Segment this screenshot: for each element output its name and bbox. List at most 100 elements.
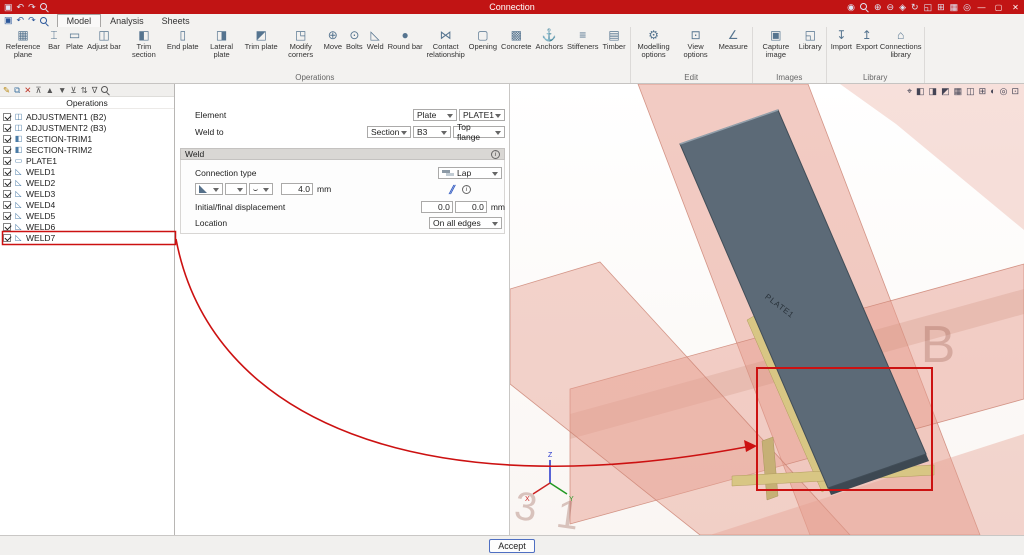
maximize-button[interactable]: ▢ [990,0,1007,14]
modelling-options-button[interactable]: ⚙Modelling options [633,28,675,60]
grid-icon[interactable]: ⊞ [937,2,945,13]
account-icon[interactable]: ◉ [847,2,855,13]
checkbox-plate1[interactable] [3,157,11,165]
close-button[interactable]: ✕ [1007,0,1024,14]
element-type-dropdown[interactable]: Plate [413,109,457,121]
connection-type-dropdown[interactable]: Lap [438,167,502,179]
weld-type-symbol-dropdown[interactable] [195,183,223,195]
tree-item-weld1[interactable]: ◺WELD1 [0,166,174,177]
timber-button[interactable]: ▤Timber [601,28,628,51]
weld-to-member-dropdown[interactable]: B3 [413,126,451,138]
contact-relationship-button[interactable]: ⋈Contact relationship [425,28,467,60]
checkbox-weld3[interactable] [3,190,11,198]
screenshot-icon[interactable]: ⊡ [1011,86,1019,97]
accept-button[interactable]: Accept [489,539,535,553]
view-options-button[interactable]: ⊡View options [675,28,717,60]
zoom-out-icon[interactable]: ⊖ [887,2,895,13]
mesh-icon[interactable]: ▦ [954,86,963,97]
checkbox-weld4[interactable] [3,201,11,209]
anchors-button[interactable]: ⚓Anchors [533,28,565,51]
move-down-icon[interactable]: ▼ [58,85,66,96]
checkbox-section-trim1[interactable] [3,135,11,143]
tree-item-weld6[interactable]: ◺WELD6 [0,221,174,232]
tree-item-weld3[interactable]: ◺WELD3 [0,188,174,199]
redo-icon[interactable]: ↷ [28,2,36,13]
tab-analysis[interactable]: Analysis [101,14,153,27]
3d-viewport[interactable]: ⌖◧◨◩▦◫⊞◐◎⊡ B B 3 1 PLATE1 Z X Y [510,84,1024,535]
filter-icon[interactable]: ∇ [92,85,98,96]
checkbox-adjustment2-b3[interactable] [3,124,11,132]
tree-item-weld5[interactable]: ◺WELD5 [0,210,174,221]
modify-corners-button[interactable]: ◳Modify corners [280,28,322,60]
copy-operation-icon[interactable]: ⧉ [14,85,20,96]
checkbox-weld2[interactable] [3,179,11,187]
trim-section-button[interactable]: ◧Trim section [123,28,165,60]
export-button[interactable]: ↥Export [854,28,880,51]
weld-info-icon[interactable]: i [462,185,471,194]
shading-icon[interactable]: ◐ [990,86,995,97]
opening-button[interactable]: ▢Opening [467,28,499,51]
lateral-plate-button[interactable]: ◨Lateral plate [201,28,243,60]
capture-image-button[interactable]: ▣Capture image [755,28,797,60]
weld-button[interactable]: ◺Weld [365,28,386,51]
viewport-scene[interactable]: B B 3 1 PLATE1 Z X Y [510,84,1024,535]
checkbox-section-trim2[interactable] [3,146,11,154]
move-button[interactable]: ⊕Move [322,28,344,51]
rotate-view-icon[interactable]: ↻ [911,2,919,13]
throat-thickness-input[interactable] [281,183,313,195]
tab-sheets[interactable]: Sheets [153,14,199,27]
bolts-button[interactable]: ⊙Bolts [344,28,365,51]
edit-operation-icon[interactable]: ✎ [3,85,10,96]
render-icon[interactable]: ▦ [950,2,959,13]
weld-detail-dropdown[interactable] [225,183,247,195]
plate-button[interactable]: ▭Plate [64,28,85,51]
delete-operation-icon[interactable]: ✕ [24,85,31,96]
checkbox-weld5[interactable] [3,212,11,220]
zoom-in-icon[interactable]: ⊕ [874,2,882,13]
tree-item-weld4[interactable]: ◺WELD4 [0,199,174,210]
undo-icon[interactable]: ↶ [17,15,25,26]
fit-view-icon[interactable]: ◱ [924,2,933,13]
checkbox-weld1[interactable] [3,168,11,176]
weld-contour-dropdown[interactable] [249,183,273,195]
import-button[interactable]: ↧Import [829,28,854,51]
adjust-bar-button[interactable]: ◫Adjust bar [85,28,123,51]
view-corner-icon[interactable]: ◩ [941,86,950,97]
titlebar[interactable]: ▣↶↷ Connection ◉⊕⊖◈↻◱⊞▦◎ — ▢ ✕ [0,0,1024,14]
tree-item-adjustment1-b2[interactable]: ◫ADJUSTMENT1 (B2) [0,111,174,122]
target-icon[interactable]: ◎ [963,2,971,13]
reorder-icon[interactable]: ⇅ [81,85,88,96]
end-plate-button[interactable]: ▯End plate [165,28,201,51]
coordinate-system-icon[interactable]: ⌖ [907,86,912,97]
checkbox-weld7[interactable] [3,234,11,242]
tree-item-weld2[interactable]: ◺WELD2 [0,177,174,188]
library-button[interactable]: ◱Library [797,28,824,51]
save-icon[interactable]: ▣ [4,15,13,26]
section-view-icon[interactable]: ◫ [966,86,975,97]
grid-view-icon[interactable]: ⊞ [979,86,987,97]
bar-button[interactable]: ⌶Bar [44,28,64,51]
location-dropdown[interactable]: On all edges [429,217,502,229]
initial-displacement-input[interactable] [421,201,453,213]
final-displacement-input[interactable] [455,201,487,213]
tree-item-weld7[interactable]: ◺WELD7 [0,232,174,243]
move-top-icon[interactable]: ⊼ [35,85,41,96]
weld-to-part-dropdown[interactable]: Top flange [453,126,505,138]
stiffeners-button[interactable]: ≡Stiffeners [565,28,601,51]
weld-to-type-dropdown[interactable]: Section [367,126,411,138]
connections-library-button[interactable]: ⌂Connections library [880,28,922,60]
round-bar-button[interactable]: ●Round bar [386,28,425,51]
checkbox-adjustment1-b2[interactable] [3,113,11,121]
save-icon[interactable]: ▣ [4,2,13,13]
tab-model[interactable]: Model [57,14,102,27]
checkbox-weld6[interactable] [3,223,11,231]
transparency-icon[interactable]: ◎ [1000,86,1008,97]
redo-icon[interactable]: ↷ [28,15,36,26]
measure-button[interactable]: ∠Measure [717,28,750,51]
trim-plate-button[interactable]: ◩Trim plate [243,28,280,51]
element-name-dropdown[interactable]: PLATE1 [459,109,505,121]
minimize-button[interactable]: — [973,0,990,14]
move-up-icon[interactable]: ▲ [46,85,54,96]
view-top-icon[interactable]: ◧ [916,86,925,97]
pan-icon[interactable]: ◈ [899,2,906,13]
